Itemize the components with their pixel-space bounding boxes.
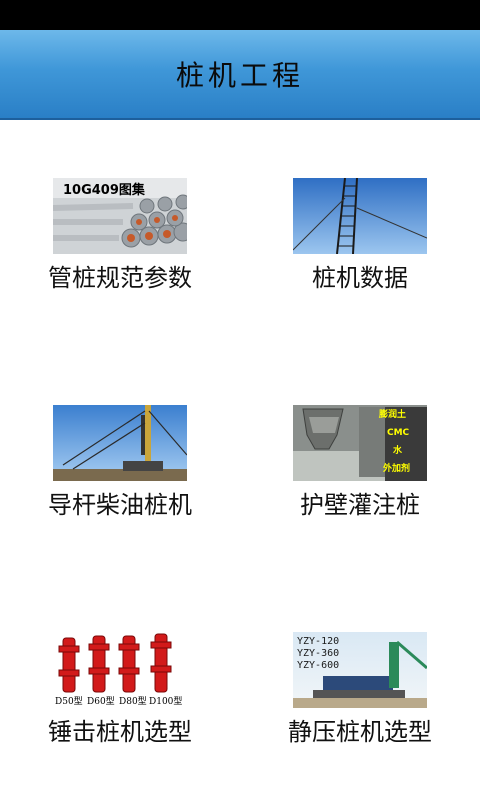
tile-label: 桩机数据 [312, 264, 408, 292]
tile-pile-machine-data[interactable]: 桩机数据 [240, 120, 480, 292]
menu-grid: 10G409图集 管桩规范参数 桩机数据 导杆柴油桩机 膨润土 CMC 水 外加… [0, 120, 480, 800]
thumb-caption-d50: D50型 [55, 696, 83, 707]
tile-bored-cast-pile[interactable]: 膨润土 CMC 水 外加剂 护壁灌注桩 [240, 347, 480, 519]
thumb-caption-additive: 外加剂 [382, 462, 410, 474]
static-press-machine-image: YZY-120 YZY-360 YZY-600 [293, 632, 427, 708]
diesel-pile-image [53, 405, 187, 481]
tile-static-press-pile-selection[interactable]: YZY-120 YZY-360 YZY-600 静压桩机选型 [240, 574, 480, 746]
thumb-caption-yzy600: YZY-600 [297, 660, 339, 671]
tile-label: 护壁灌注桩 [300, 491, 420, 519]
tile-label: 静压桩机选型 [288, 718, 432, 746]
thumb-caption-water: 水 [393, 444, 403, 456]
thumb-caption-cmc: CMC [387, 428, 410, 438]
thumb-caption-bentonite: 膨润土 [378, 408, 406, 420]
thumb-caption-yzy120: YZY-120 [297, 636, 339, 647]
pipe-pile-image: 10G409图集 [53, 178, 187, 254]
thumb-caption: 10G409图集 [63, 182, 146, 198]
tile-label: 管桩规范参数 [48, 264, 192, 292]
status-bar [0, 0, 480, 30]
thumb-caption-d80: D80型 [119, 696, 147, 707]
thumb-caption-d60: D60型 [87, 696, 115, 707]
tile-guided-diesel-pile[interactable]: 导杆柴油桩机 [0, 347, 240, 519]
hammer-models-image: D50型 D60型 D80型 D100型 [53, 632, 187, 708]
thumb-caption-d100: D100型 [149, 696, 182, 707]
title-bar: 桩机工程 [0, 30, 480, 120]
page-title: 桩机工程 [175, 59, 304, 92]
bored-pile-image: 膨润土 CMC 水 外加剂 [293, 405, 427, 481]
tile-hammer-pile-selection[interactable]: D50型 D60型 D80型 D100型 锤击桩机选型 [0, 574, 240, 746]
tile-pipe-pile-specs[interactable]: 10G409图集 管桩规范参数 [0, 120, 240, 292]
tile-label: 导杆柴油桩机 [48, 491, 192, 519]
pile-rig-image [293, 178, 427, 254]
tile-label: 锤击桩机选型 [48, 718, 192, 746]
thumb-caption-yzy360: YZY-360 [297, 648, 339, 659]
